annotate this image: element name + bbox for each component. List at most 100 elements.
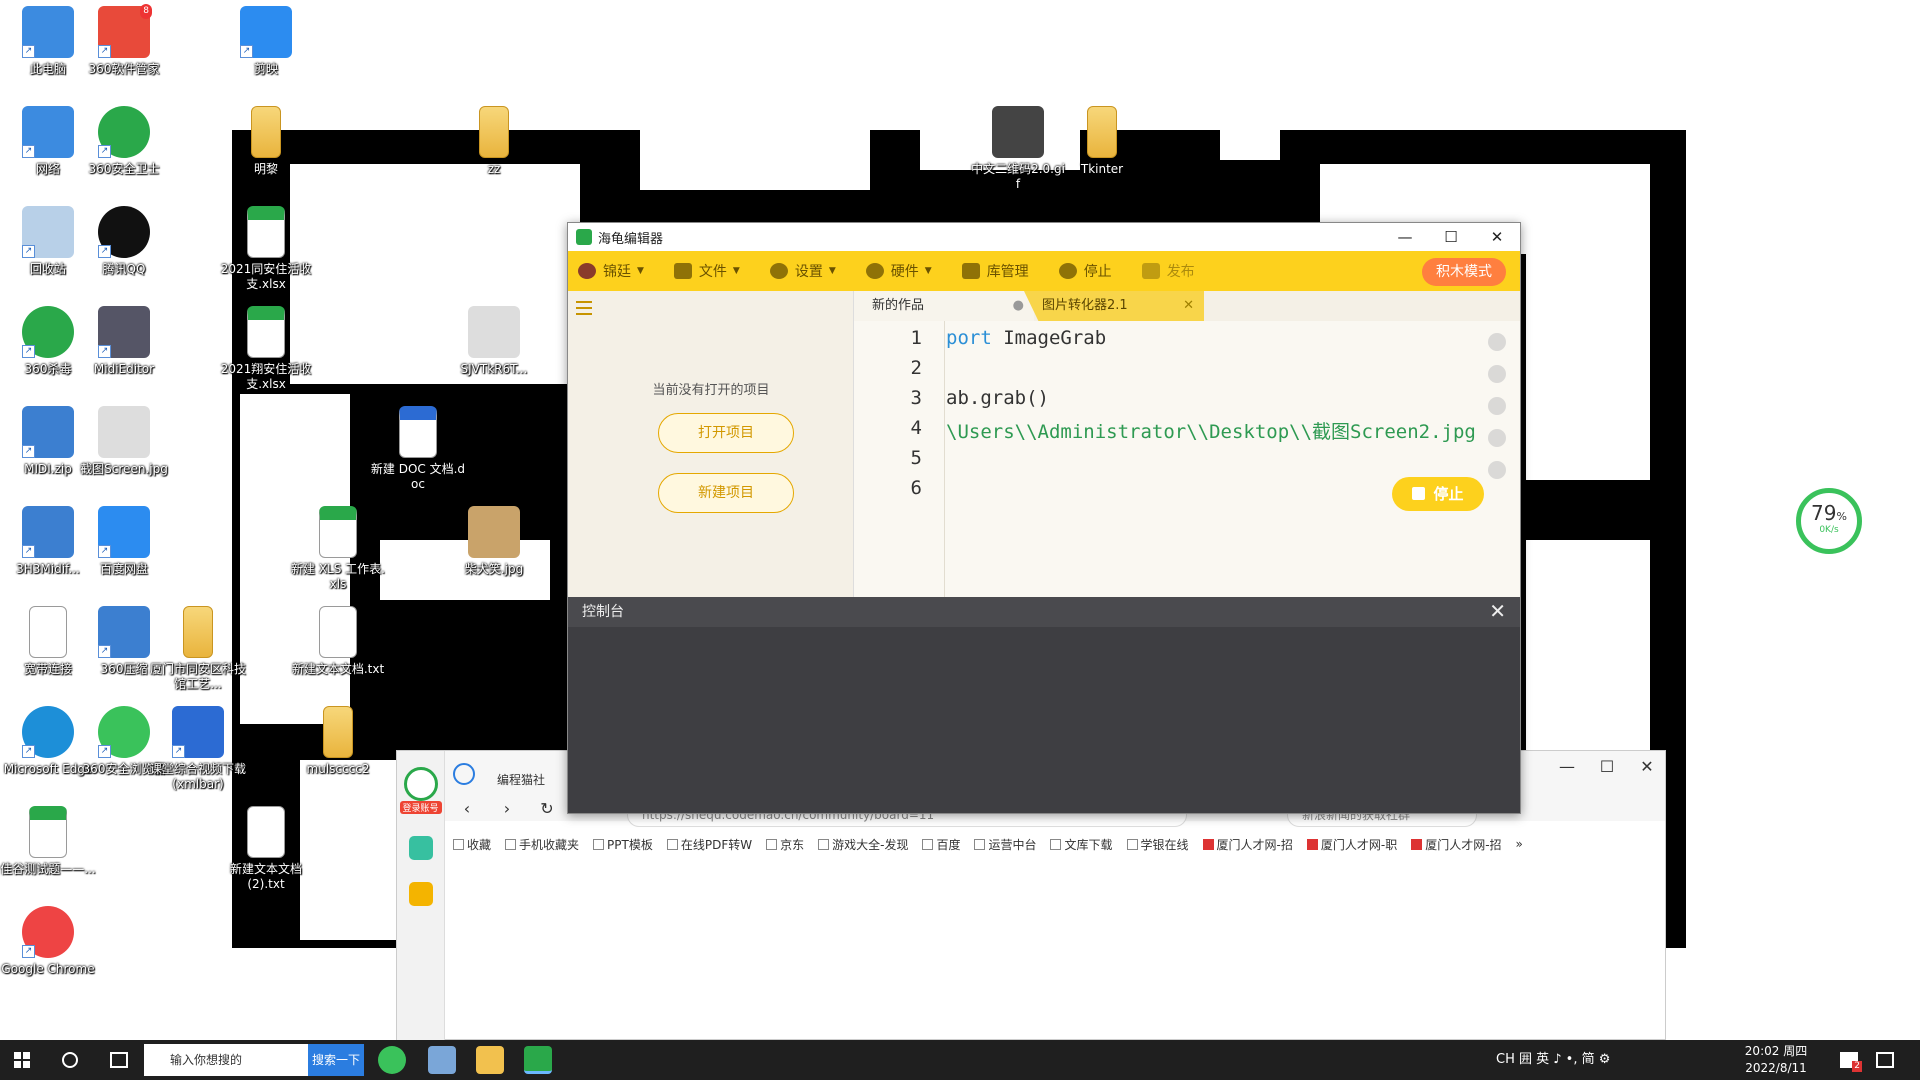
- desktop-icon[interactable]: SJVTkR6T...: [446, 306, 542, 377]
- browser-tab-title[interactable]: 编程猫社: [497, 771, 545, 788]
- desktop-icon[interactable]: ↗ 360安全卫士: [76, 106, 172, 177]
- editor-window[interactable]: 海龟编辑器 — ☐ ✕ 锦廷 ▼ 文件 ▼ 设置 ▼ 硬件 ▼ 库管理 停止 发布 积木…: [567, 222, 1521, 814]
- wallpaper-qr-gap: [1220, 130, 1280, 160]
- desktop-icon[interactable]: 8 ↗ 360软件管家: [76, 4, 172, 77]
- clock-date: 2022/8/11: [1745, 1061, 1807, 1075]
- settings-menu[interactable]: 设置 ▼: [769, 261, 836, 281]
- format-icon[interactable]: [1488, 429, 1506, 447]
- desktop-icon[interactable]: 新建 DOC 文档.doc: [370, 406, 466, 492]
- file-menu[interactable]: 文件 ▼: [673, 261, 740, 281]
- nav-back-icon[interactable]: ‹: [447, 799, 487, 818]
- zip-icon: ↗: [98, 606, 150, 658]
- code-editor[interactable]: 1 2 3 4 5 6 port ImageGrab ab.grab() \Users\\Ad…: [854, 321, 1520, 597]
- maximize-button[interactable]: ☐: [1428, 223, 1474, 251]
- desktop-icon[interactable]: ↗ MidiEditor: [76, 306, 172, 377]
- library-button[interactable]: 库管理: [961, 261, 1029, 281]
- bookmark-item[interactable]: 手机收藏夹: [505, 836, 579, 853]
- desktop-icon[interactable]: 新建文本文档.txt: [290, 606, 386, 677]
- xls-icon: [247, 206, 285, 258]
- add-icon[interactable]: [408, 836, 433, 860]
- browser-maximize[interactable]: ☐: [1587, 757, 1627, 776]
- desktop-icon[interactable]: ↗ 课堂综合视频下载(xmlbar): [150, 706, 246, 792]
- login-label[interactable]: 登录账号: [399, 801, 442, 814]
- taskbar-search-input[interactable]: 输入你想搜的: [144, 1044, 308, 1076]
- redo-icon[interactable]: [1488, 365, 1506, 383]
- code-line[interactable]: port ImageGrab: [946, 327, 1106, 349]
- windows-start-icon[interactable]: [14, 1052, 30, 1068]
- desktop-icon[interactable]: 厦门市同安区科技馆工艺...: [150, 606, 246, 692]
- bookmark-item[interactable]: »: [1516, 837, 1523, 851]
- bookmark-item[interactable]: 文库下载: [1050, 836, 1113, 853]
- desktop-icon[interactable]: 2021同安住活收支.xlsx: [218, 206, 314, 292]
- bookmark-item[interactable]: 学银在线: [1126, 836, 1189, 853]
- taskbar-app-icon[interactable]: [428, 1046, 456, 1074]
- zoom-in-icon[interactable]: [1488, 397, 1506, 415]
- network-icon: ↗: [22, 106, 74, 158]
- nav-forward-icon[interactable]: ›: [487, 799, 527, 818]
- tab-close-icon[interactable]: ✕: [1183, 291, 1194, 321]
- clock[interactable]: 20:02 周四 2022/8/11: [1730, 1043, 1822, 1077]
- desktop-icon[interactable]: ↗ 剪映: [218, 6, 314, 77]
- compass-icon[interactable]: [453, 763, 475, 785]
- desktop-icon[interactable]: 截图Screen.jpg: [76, 406, 172, 477]
- desktop-icon[interactable]: ↗ 腾讯QQ: [76, 206, 172, 277]
- code-area[interactable]: port ImageGrab ab.grab() \Users\\Administr…: [946, 321, 1480, 597]
- run-stop-button[interactable]: 停止: [1392, 477, 1484, 511]
- taskbar-turtle-editor-icon[interactable]: [524, 1046, 552, 1074]
- network-speed-widget[interactable]: 79% 0K/s: [1796, 488, 1862, 554]
- notification-app-icon[interactable]: 2: [1840, 1052, 1862, 1072]
- undo-icon[interactable]: [1488, 333, 1506, 351]
- desktop-icon[interactable]: 明黎: [218, 106, 314, 177]
- desktop-icon[interactable]: ↗ 百度网盘: [76, 506, 172, 577]
- bookmark-item[interactable]: 收藏: [453, 836, 491, 853]
- hardware-menu[interactable]: 硬件 ▼: [865, 261, 932, 281]
- bookmark-item[interactable]: 百度: [922, 836, 960, 853]
- code-line[interactable]: \Users\\Administrator\\Desktop\\截图Screen…: [946, 417, 1480, 444]
- system-tray[interactable]: CH 囲 英 ♪ •, 简 ⚙: [1496, 1040, 1610, 1080]
- toolbar-stop-button[interactable]: 停止: [1058, 261, 1112, 281]
- bookmark-item[interactable]: 游戏大全-发现: [818, 836, 908, 853]
- browser-minimize[interactable]: —: [1547, 757, 1587, 776]
- bookmark-label: 厦门人才网-招: [1216, 837, 1293, 852]
- desktop-icon[interactable]: 新建文本文档 (2).txt: [218, 806, 314, 892]
- desktop-icon[interactable]: zz: [446, 106, 542, 177]
- desktop-icon[interactable]: mulscccc2: [290, 706, 386, 777]
- bookmark-item[interactable]: 厦门人才网-招: [1411, 836, 1502, 853]
- bookmark-item[interactable]: 厦门人才网-职: [1306, 836, 1397, 853]
- close-button[interactable]: ✕: [1474, 223, 1520, 251]
- minimize-button[interactable]: —: [1382, 223, 1428, 251]
- taskbar-explorer-icon[interactable]: [476, 1046, 504, 1074]
- bookmark-item[interactable]: 在线PDF转W: [666, 836, 752, 853]
- desktop-icon[interactable]: 佳谷测试题——...: [0, 806, 96, 877]
- favorite-icon[interactable]: [408, 882, 433, 906]
- bookmark-item[interactable]: 厦门人才网-招: [1202, 836, 1293, 853]
- cortana-icon[interactable]: [62, 1052, 78, 1068]
- desktop-icon[interactable]: 中文二维码2.0.gif: [970, 106, 1066, 192]
- refresh-icon[interactable]: ↻: [527, 799, 567, 818]
- user-menu[interactable]: 锦廷 ▼: [578, 261, 644, 281]
- block-mode-button[interactable]: 积木模式: [1422, 258, 1506, 286]
- project-sidebar: 当前没有打开的项目 打开项目 新建项目: [568, 291, 854, 597]
- taskbar-360browser-icon[interactable]: [378, 1046, 406, 1074]
- open-project-button[interactable]: 打开项目: [658, 413, 794, 453]
- menu-icon[interactable]: [576, 301, 592, 315]
- desktop-icon[interactable]: ↗ Google Chrome: [0, 906, 96, 977]
- browser-close[interactable]: ✕: [1627, 757, 1667, 776]
- code-line[interactable]: ab.grab(): [946, 387, 1049, 409]
- zoom-out-icon[interactable]: [1488, 461, 1506, 479]
- taskbar-search-button[interactable]: 搜索一下: [308, 1044, 364, 1076]
- tab-new-work[interactable]: 新的作品 ●: [854, 291, 1034, 321]
- desktop-icon[interactable]: Tkinter: [1054, 106, 1150, 177]
- desktop-icon[interactable]: 柴犬笑.jpg: [446, 506, 542, 577]
- desktop-icon[interactable]: 新建 XLS 工作表.xls: [290, 506, 386, 592]
- action-center-icon[interactable]: [1876, 1052, 1894, 1068]
- task-view-icon[interactable]: [110, 1052, 128, 1068]
- bookmark-item[interactable]: 运营中台: [974, 836, 1036, 853]
- bookmark-item[interactable]: PPT模板: [593, 836, 653, 853]
- publish-button[interactable]: 发布: [1141, 261, 1195, 281]
- desktop-icon[interactable]: 2021翔安住活收支.xlsx: [218, 306, 314, 392]
- new-project-button[interactable]: 新建项目: [658, 473, 794, 513]
- tab-image-converter[interactable]: 图片转化器2.1 ✕: [1024, 291, 1204, 321]
- bookmark-item[interactable]: 京东: [766, 836, 804, 853]
- console-close-icon[interactable]: ✕: [1489, 599, 1506, 623]
